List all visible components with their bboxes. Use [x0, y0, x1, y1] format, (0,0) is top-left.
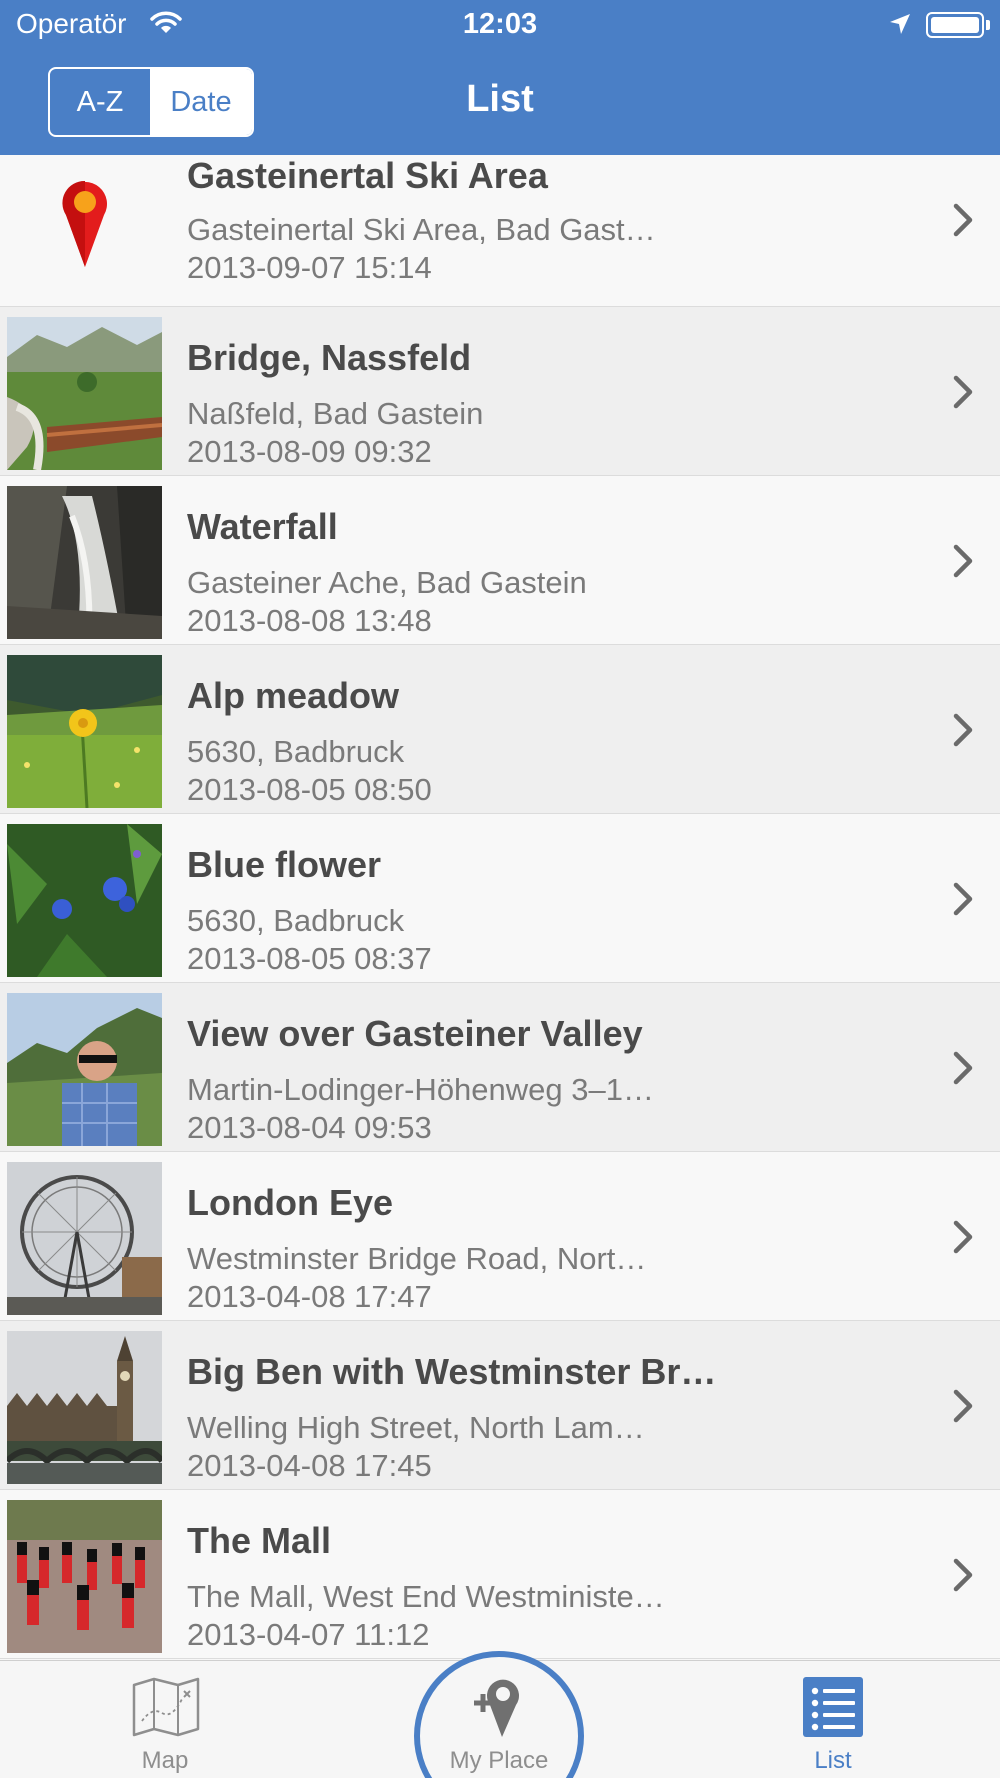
list-item[interactable]: Big Ben with Westminster Br… Welling Hig… [0, 1321, 1000, 1490]
london-eye-photo-thumbnail [7, 1162, 162, 1315]
tab-my-place-label: My Place [449, 1747, 549, 1774]
chevron-right-icon [952, 1389, 974, 1428]
chevron-right-icon [952, 1051, 974, 1090]
valley-photo-thumbnail [7, 993, 162, 1146]
tab-list[interactable]: List [768, 1661, 898, 1778]
list-item[interactable]: The Mall The Mall, West End Westministe…… [0, 1490, 1000, 1659]
item-title: The Mall [187, 1520, 332, 1561]
item-date: 2013-04-07 11:12 [187, 1617, 430, 1652]
battery-icon [926, 12, 984, 38]
add-place-icon [470, 1677, 526, 1744]
waterfall-photo-thumbnail [7, 486, 162, 639]
list-item[interactable]: View over Gasteiner Valley Martin-Loding… [0, 983, 1000, 1152]
item-title: Blue flower [187, 844, 382, 885]
item-address: 5630, Badbruck [187, 903, 405, 938]
status-bar: Operatör 12:03 [0, 0, 1000, 50]
item-address: Naßfeld, Bad Gastein [187, 396, 484, 431]
tab-map-label: Map [141, 1747, 189, 1774]
blue-flower-photo-thumbnail [7, 824, 162, 977]
chevron-right-icon [952, 713, 974, 752]
item-title: London Eye [187, 1182, 393, 1223]
chevron-right-icon [952, 544, 974, 583]
item-date: 2013-09-07 15:14 [187, 250, 432, 285]
list-item[interactable]: Gasteinertal Ski Area Gasteinertal Ski A… [0, 155, 1000, 307]
tab-map[interactable]: Map [100, 1661, 230, 1778]
tab-my-place[interactable]: My Place [414, 1651, 584, 1778]
item-address: Westminster Bridge Road, Nort… [187, 1241, 647, 1276]
chevron-right-icon [952, 1558, 974, 1597]
item-date: 2013-04-08 17:47 [187, 1279, 432, 1314]
item-address: Gasteinertal Ski Area, Bad Gast… [187, 212, 656, 247]
battery-tip [986, 20, 990, 30]
item-address: Gasteiner Ache, Bad Gastein [187, 565, 587, 600]
map-pin-icon [7, 155, 162, 307]
meadow-photo-thumbnail [7, 655, 162, 808]
the-mall-photo-thumbnail [7, 1500, 162, 1653]
item-title: Bridge, Nassfeld [187, 337, 472, 378]
list-item[interactable]: Alp meadow 5630, Badbruck 2013-08-05 08:… [0, 645, 1000, 814]
page-title: List [466, 78, 534, 120]
chevron-right-icon [952, 375, 974, 414]
item-date: 2013-08-09 09:32 [187, 434, 432, 469]
chevron-right-icon [952, 1220, 974, 1259]
map-icon [132, 1677, 200, 1742]
item-date: 2013-08-05 08:37 [187, 941, 432, 976]
bridge-photo-thumbnail [7, 317, 162, 470]
item-date: 2013-04-08 17:45 [187, 1448, 432, 1483]
item-address: 5630, Badbruck [187, 734, 405, 769]
item-title: Alp meadow [187, 675, 400, 716]
big-ben-photo-thumbnail [7, 1331, 162, 1484]
list-item[interactable]: Blue flower 5630, Badbruck 2013-08-05 08… [0, 814, 1000, 983]
item-title: Gasteinertal Ski Area [187, 155, 548, 196]
item-date: 2013-08-08 13:48 [187, 603, 432, 638]
item-title: View over Gasteiner Valley [187, 1013, 643, 1054]
navigation-header: Operatör 12:03 A-Z Date List [0, 0, 1000, 155]
list-item[interactable]: Waterfall Gasteiner Ache, Bad Gastein 20… [0, 476, 1000, 645]
status-time: 12:03 [462, 8, 538, 40]
chevron-right-icon [952, 203, 974, 242]
list-item[interactable]: London Eye Westminster Bridge Road, Nort… [0, 1152, 1000, 1321]
item-date: 2013-08-04 09:53 [187, 1110, 432, 1145]
item-title: Big Ben with Westminster Br… [187, 1351, 717, 1392]
item-address: Welling High Street, North Lam… [187, 1410, 645, 1445]
chevron-right-icon [952, 882, 974, 921]
location-arrow-icon [888, 12, 912, 41]
list-item[interactable]: Bridge, Nassfeld Naßfeld, Bad Gastein 20… [0, 307, 1000, 476]
places-list[interactable]: Gasteinertal Ski Area Gasteinertal Ski A… [0, 155, 1000, 1660]
item-address: Martin-Lodinger-Höhenweg 3–1… [187, 1072, 654, 1107]
item-title: Waterfall [187, 506, 338, 547]
item-address: The Mall, West End Westministe… [187, 1579, 665, 1614]
tab-list-label: List [814, 1747, 852, 1774]
list-icon [803, 1677, 863, 1742]
item-date: 2013-08-05 08:50 [187, 772, 432, 807]
tab-bar: Map My Place List [0, 1651, 1000, 1778]
